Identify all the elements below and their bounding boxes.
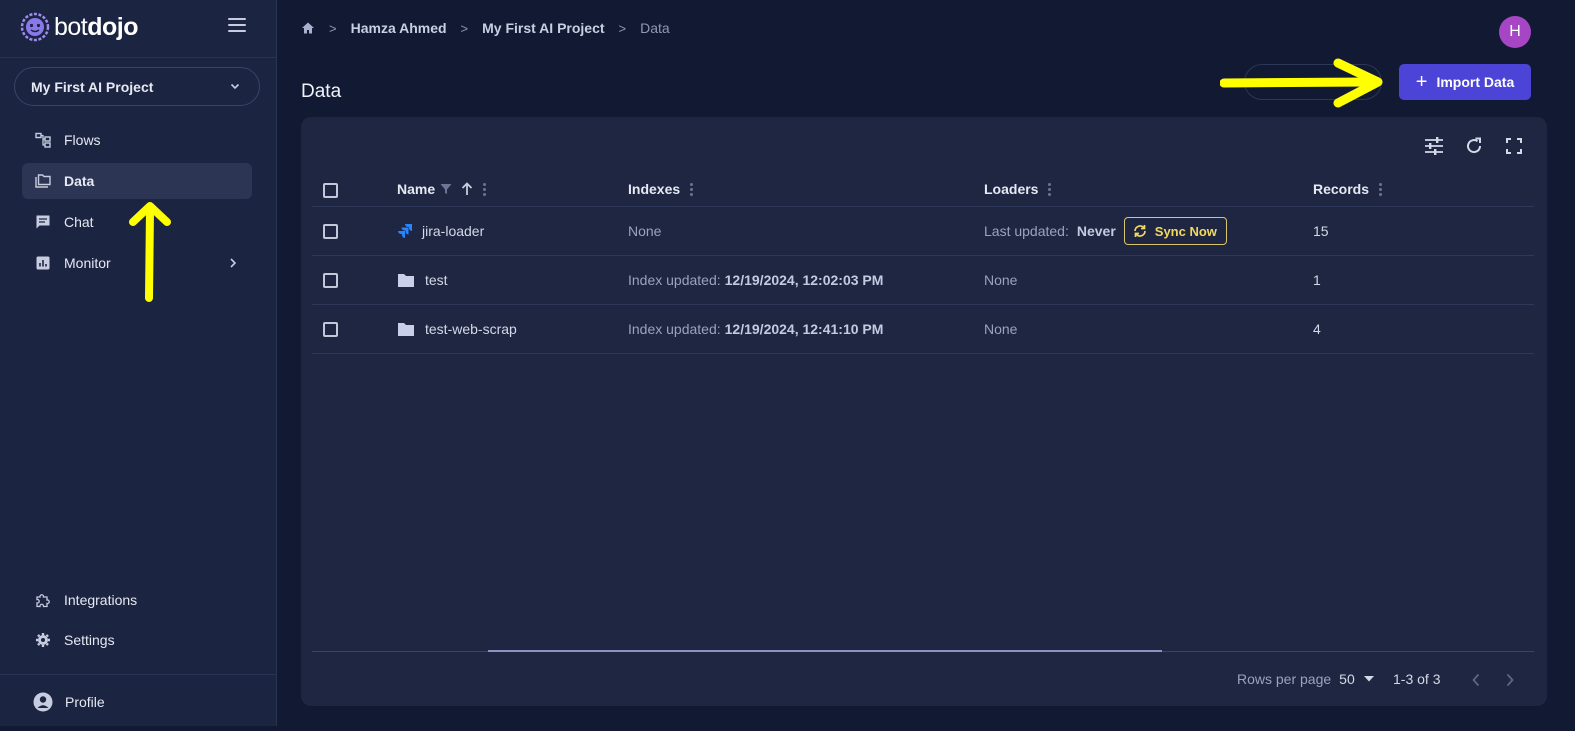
folder-icon [398,322,414,336]
column-header-indexes[interactable]: Indexes [628,181,694,197]
row-checkbox[interactable] [323,273,338,288]
refresh-icon [1467,137,1482,154]
row-index-cell: None [628,223,662,239]
divider [0,57,277,58]
row-records-cell: 4 [1313,321,1321,337]
column-menu-icon[interactable] [1379,182,1383,197]
gear-icon [36,633,50,647]
monitor-chart-icon [36,256,50,270]
row-loader-cell: Last updated: Never Sync Now [984,217,1227,245]
column-menu-icon[interactable] [483,182,487,197]
data-table-panel: Name Indexes Loaders Records jira-loader… [301,117,1547,706]
table-row[interactable]: test-web-scrap Index updated: 12/19/2024,… [312,305,1534,354]
chat-icon [36,215,50,229]
horizontal-scrollbar-thumb[interactable] [488,650,1162,652]
project-selector[interactable]: My First AI Project [14,67,260,106]
breadcrumb-item[interactable]: My First AI Project [482,20,604,36]
row-loader-cell: None [984,272,1018,288]
rows-per-page-label: Rows per page [1237,671,1332,687]
select-all-checkbox[interactable] [323,183,338,198]
refresh-button[interactable] [1463,135,1485,157]
flows-icon [35,132,51,148]
breadcrumb-separator: > [618,20,627,36]
row-records-cell: 15 [1313,223,1329,239]
pagination-range: 1-3 of 3 [1393,671,1441,687]
sidebar-item-label: Monitor [64,255,111,271]
home-icon[interactable] [301,21,315,35]
plus-icon: + [1415,71,1428,93]
row-name-cell[interactable]: test-web-scrap [397,321,517,337]
project-selector-label: My First AI Project [31,78,154,95]
sidebar-item-flows[interactable]: Flows [22,122,252,158]
breadcrumb-item-current: Data [640,20,670,36]
table-header: Name Indexes Loaders Records [312,172,1534,207]
sliders-icon [1425,137,1443,155]
rows-per-page: Rows per page 50 [1237,671,1374,687]
row-index-cell: Index updated: 12/19/2024, 12:02:03 PM [628,272,884,288]
breadcrumb-separator: > [460,20,469,36]
annotation-arrow-up-icon [129,202,171,302]
folders-icon [35,174,51,188]
sidebar-item-profile[interactable]: Profile [22,684,252,720]
breadcrumb-item[interactable]: Hamza Ahmed [351,20,447,36]
sidebar-item-label: Chat [64,214,94,230]
filter-icon[interactable] [440,183,452,195]
botdojo-logo-icon [20,12,50,42]
folder-icon [398,273,414,287]
sidebar-item-label: Settings [64,632,115,648]
table-toolbar [1405,135,1525,157]
sidebar-item-data[interactable]: Data [22,163,252,199]
rows-per-page-select[interactable]: 50 [1339,671,1374,687]
column-header-loaders[interactable]: Loaders [984,181,1052,197]
row-checkbox[interactable] [323,322,338,337]
table-row[interactable]: test Index updated: 12/19/2024, 12:02:03 … [312,256,1534,305]
row-loader-cell: None [984,321,1018,337]
row-checkbox[interactable] [323,224,338,239]
import-data-label: Import Data [1436,74,1515,90]
row-name-cell[interactable]: test [397,272,448,288]
avatar[interactable]: H [1499,16,1531,48]
fullscreen-icon [1506,138,1522,154]
breadcrumb: > Hamza Ahmed > My First AI Project > Da… [301,18,670,38]
next-page-icon[interactable] [1505,673,1515,687]
import-data-button[interactable]: + Import Data [1399,64,1531,100]
menu-toggle-icon[interactable] [228,18,246,34]
sidebar-item-label: Data [64,173,95,189]
column-header-name[interactable]: Name [397,181,487,197]
caret-down-icon [1363,676,1374,682]
table-row[interactable]: jira-loader None Last updated: Never Syn… [312,207,1534,256]
sidebar-item-label: Flows [64,132,101,148]
brand-logo[interactable]: botdojo [20,12,139,42]
page-title: Data [301,81,342,102]
column-menu-icon[interactable] [1048,182,1052,197]
row-index-cell: Index updated: 12/19/2024, 12:41:10 PM [628,321,884,337]
previous-page-icon[interactable] [1471,673,1481,687]
profile-icon [33,692,53,712]
sidebar-item-settings[interactable]: Settings [22,622,252,658]
jira-icon [398,224,412,238]
divider [0,674,277,675]
sidebar-item-label: Profile [65,694,105,710]
chevron-down-icon [230,83,240,90]
row-name-cell[interactable]: jira-loader [397,223,484,239]
column-menu-icon[interactable] [690,182,694,197]
sidebar-item-label: Integrations [64,592,138,608]
brand-name: botdojo [54,12,139,41]
sync-now-button[interactable]: Sync Now [1123,217,1227,245]
column-header-records[interactable]: Records [1313,181,1383,197]
breadcrumb-separator: > [329,20,337,36]
row-records-cell: 1 [1313,272,1321,288]
sidebar: botdojo My First AI Project Flows Data C… [0,0,277,726]
sort-ascending-icon[interactable] [461,182,473,196]
puzzle-icon [36,594,50,608]
chevron-right-icon [230,258,237,268]
sync-icon [1133,225,1146,237]
fullscreen-button[interactable] [1503,135,1525,157]
sidebar-item-integrations[interactable]: Integrations [22,582,252,618]
filter-settings-button[interactable] [1423,135,1445,157]
annotation-arrow-right-icon [1220,58,1383,108]
